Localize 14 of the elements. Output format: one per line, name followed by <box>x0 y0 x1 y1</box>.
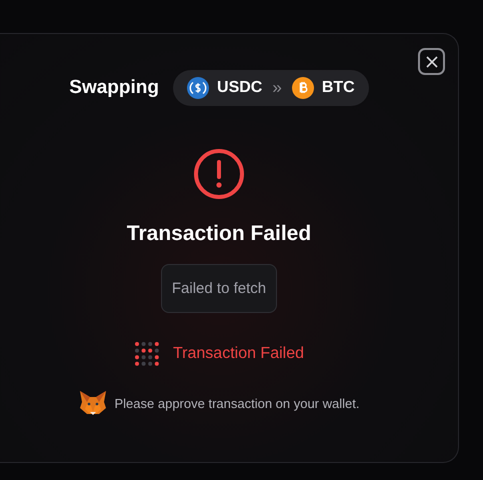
dot-matrix-icon <box>134 341 160 367</box>
modal-title: Swapping <box>69 77 160 99</box>
usd-coin-icon <box>187 77 210 99</box>
from-token: USDC <box>217 79 262 97</box>
bitcoin-icon <box>292 77 314 99</box>
result-heading: Transaction Failed <box>126 222 312 246</box>
swap-separator: » <box>271 78 283 98</box>
fox-icon <box>78 390 106 416</box>
wallet-hint: Please approve transaction on your wallet. <box>114 396 360 410</box>
close-button[interactable] <box>418 48 445 75</box>
progress-status: Transaction Failed <box>172 345 304 363</box>
close-icon <box>424 54 438 68</box>
error-message: Failed to fetch <box>160 264 278 313</box>
to-token: BTC <box>322 79 355 97</box>
